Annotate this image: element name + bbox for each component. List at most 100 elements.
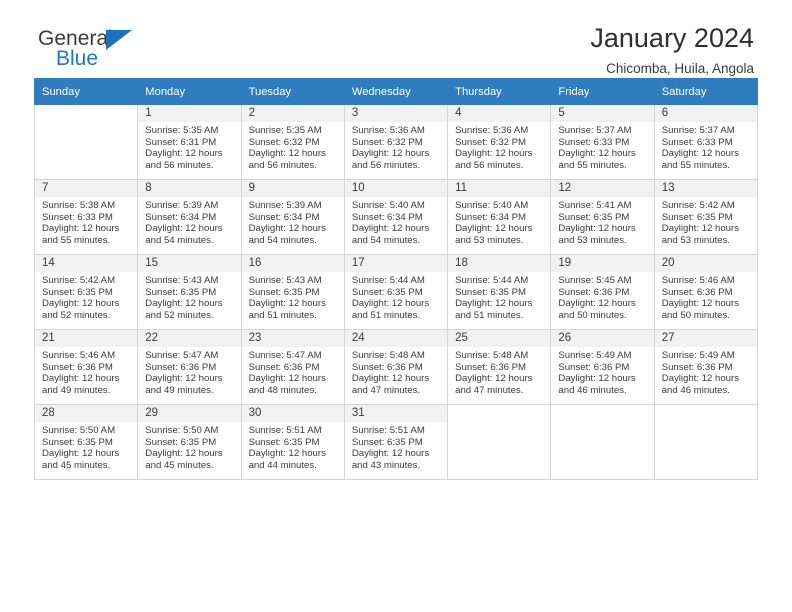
calendar-day-cell[interactable]: 18 Sunrise: 5:44 AM Sunset: 6:35 PM Dayligh… xyxy=(447,254,552,330)
day-detail-line: Sunset: 6:35 PM xyxy=(351,286,423,298)
calendar-day-cell[interactable]: 4 Sunrise: 5:36 AM Sunset: 6:32 PM Daylight… xyxy=(447,104,552,180)
day-detail-line: Sunrise: 5:39 AM xyxy=(248,200,322,211)
day-detail-line: Daylight: 12 hours xyxy=(558,373,636,385)
day-detail-line: Sunrise: 5:40 AM xyxy=(455,200,529,211)
day-details: Sunrise: 5:50 AM Sunset: 6:35 PM Daylight:… xyxy=(138,422,240,471)
day-number: 25 xyxy=(448,330,551,347)
calendar-empty-cell xyxy=(653,404,759,480)
day-detail-line: Sunset: 6:36 PM xyxy=(661,286,733,298)
calendar-day-cell[interactable]: 13 Sunrise: 5:42 AM Sunset: 6:35 PM Dayligh… xyxy=(653,179,759,255)
day-detail-line: Daylight: 12 hours xyxy=(661,223,740,235)
day-detail-line: and 46 minutes. xyxy=(661,384,730,396)
day-detail-line: Sunset: 6:36 PM xyxy=(455,361,527,373)
day-detail-line: and 54 minutes. xyxy=(145,234,214,246)
day-detail-line: Sunset: 6:36 PM xyxy=(558,286,630,298)
day-detail-line: Sunrise: 5:37 AM xyxy=(558,125,632,136)
calendar-day-cell[interactable]: 30 Sunrise: 5:51 AM Sunset: 6:35 PM Dayligh… xyxy=(240,404,345,480)
day-detail-line: Daylight: 12 hours xyxy=(351,298,430,310)
calendar-day-cell[interactable]: 15 Sunrise: 5:43 AM Sunset: 6:35 PM Dayligh… xyxy=(137,254,242,330)
calendar-day-cell[interactable]: 23 Sunrise: 5:47 AM Sunset: 6:36 PM Dayligh… xyxy=(240,329,345,405)
day-detail-line: Daylight: 12 hours xyxy=(558,148,636,160)
day-detail-line: Sunrise: 5:50 AM xyxy=(145,425,219,436)
day-detail-line: Daylight: 12 hours xyxy=(558,298,636,310)
day-detail-line: Daylight: 12 hours xyxy=(42,223,120,235)
day-detail-line: Sunrise: 5:44 AM xyxy=(455,275,529,286)
calendar-day-cell[interactable]: 5 Sunrise: 5:37 AM Sunset: 6:33 PM Daylight… xyxy=(550,104,655,180)
day-detail-line: Sunrise: 5:42 AM xyxy=(661,200,735,211)
day-details: Sunrise: 5:40 AM Sunset: 6:34 PM Daylight:… xyxy=(345,197,447,246)
day-detail-line: Daylight: 12 hours xyxy=(42,298,120,310)
day-detail-line: Daylight: 12 hours xyxy=(558,223,636,235)
day-details: Sunrise: 5:41 AM Sunset: 6:35 PM Daylight:… xyxy=(551,197,653,246)
day-detail-line: and 55 minutes. xyxy=(42,234,111,246)
page-subtitle: Chicomba, Huila, Angola xyxy=(606,61,754,76)
calendar-day-cell[interactable]: 28 Sunrise: 5:50 AM Sunset: 6:35 PM Dayligh… xyxy=(33,404,139,480)
calendar-day-cell[interactable]: 19 Sunrise: 5:45 AM Sunset: 6:36 PM Dayligh… xyxy=(550,254,655,330)
day-detail-line: Sunrise: 5:47 AM xyxy=(248,350,322,361)
calendar-day-cell[interactable]: 29 Sunrise: 5:50 AM Sunset: 6:35 PM Dayligh… xyxy=(137,404,242,480)
calendar-day-cell[interactable]: 22 Sunrise: 5:47 AM Sunset: 6:36 PM Dayligh… xyxy=(137,329,242,405)
day-detail-line: and 54 minutes. xyxy=(351,234,421,246)
day-detail-line: Sunrise: 5:47 AM xyxy=(145,350,219,361)
day-number: 29 xyxy=(138,405,241,422)
day-detail-line: Sunset: 6:36 PM xyxy=(145,361,217,373)
day-details: Sunrise: 5:47 AM Sunset: 6:36 PM Daylight:… xyxy=(242,347,344,396)
day-number: 21 xyxy=(35,330,138,347)
calendar-day-cell[interactable]: 11 Sunrise: 5:40 AM Sunset: 6:34 PM Dayligh… xyxy=(447,179,552,255)
day-number xyxy=(655,405,757,422)
calendar-day-cell[interactable]: 31 Sunrise: 5:51 AM Sunset: 6:35 PM Dayligh… xyxy=(343,404,449,480)
day-detail-line: Sunrise: 5:43 AM xyxy=(248,275,322,286)
day-detail-line: and 50 minutes. xyxy=(558,309,627,321)
day-detail-line: Sunset: 6:36 PM xyxy=(248,361,320,373)
day-detail-line: and 47 minutes. xyxy=(455,384,524,396)
calendar-day-cell[interactable]: 20 Sunrise: 5:46 AM Sunset: 6:36 PM Dayligh… xyxy=(653,254,759,330)
calendar-day-cell[interactable]: 27 Sunrise: 5:49 AM Sunset: 6:36 PM Dayligh… xyxy=(653,329,759,405)
day-detail-line: Sunset: 6:35 PM xyxy=(145,286,217,298)
day-number xyxy=(35,105,137,122)
day-details: Sunrise: 5:47 AM Sunset: 6:36 PM Daylight:… xyxy=(138,347,240,396)
calendar-day-cell[interactable]: 24 Sunrise: 5:48 AM Sunset: 6:36 PM Dayligh… xyxy=(343,329,449,405)
calendar-day-cell[interactable]: 21 Sunrise: 5:46 AM Sunset: 6:36 PM Dayligh… xyxy=(33,329,139,405)
day-number: 24 xyxy=(344,330,448,347)
day-detail-line: Sunrise: 5:46 AM xyxy=(42,350,116,361)
day-detail-line: and 45 minutes. xyxy=(42,459,111,471)
day-detail-line: Sunrise: 5:42 AM xyxy=(42,275,116,286)
calendar-day-cell[interactable]: 6 Sunrise: 5:37 AM Sunset: 6:33 PM Daylight… xyxy=(653,104,759,180)
day-details: Sunrise: 5:45 AM Sunset: 6:36 PM Daylight:… xyxy=(551,272,653,321)
calendar-empty-cell xyxy=(447,404,552,480)
day-detail-line: Sunset: 6:35 PM xyxy=(248,436,320,448)
calendar-day-cell[interactable]: 25 Sunrise: 5:48 AM Sunset: 6:36 PM Dayligh… xyxy=(447,329,552,405)
calendar-week-row: 14 Sunrise: 5:42 AM Sunset: 6:35 PM Dayligh… xyxy=(33,254,759,330)
day-detail-line: and 56 minutes. xyxy=(145,159,214,171)
calendar-day-cell[interactable]: 17 Sunrise: 5:44 AM Sunset: 6:35 PM Dayligh… xyxy=(343,254,449,330)
day-details: Sunrise: 5:46 AM Sunset: 6:36 PM Daylight:… xyxy=(35,347,137,396)
calendar-day-cell[interactable]: 12 Sunrise: 5:41 AM Sunset: 6:35 PM Dayligh… xyxy=(550,179,655,255)
calendar-day-cell[interactable]: 3 Sunrise: 5:36 AM Sunset: 6:32 PM Daylight… xyxy=(343,104,449,180)
day-detail-line: Sunset: 6:36 PM xyxy=(558,361,630,373)
calendar-day-cell[interactable]: 7 Sunrise: 5:38 AM Sunset: 6:33 PM Daylight… xyxy=(33,179,139,255)
day-detail-line: Daylight: 12 hours xyxy=(145,298,223,310)
day-detail-line: Sunrise: 5:48 AM xyxy=(351,350,425,361)
day-detail-line: Sunset: 6:36 PM xyxy=(661,361,733,373)
day-details: Sunrise: 5:43 AM Sunset: 6:35 PM Daylight:… xyxy=(138,272,240,321)
calendar-day-cell[interactable]: 9 Sunrise: 5:39 AM Sunset: 6:34 PM Daylight… xyxy=(240,179,345,255)
day-detail-line: Daylight: 12 hours xyxy=(455,148,533,160)
day-detail-line: Daylight: 12 hours xyxy=(42,373,120,385)
calendar-week-row: 21 Sunrise: 5:46 AM Sunset: 6:36 PM Dayligh… xyxy=(33,329,759,405)
day-details xyxy=(448,422,550,425)
day-details: Sunrise: 5:50 AM Sunset: 6:35 PM Daylight:… xyxy=(35,422,137,471)
day-detail-line: Daylight: 12 hours xyxy=(248,373,326,385)
calendar-day-cell[interactable]: 26 Sunrise: 5:49 AM Sunset: 6:36 PM Dayligh… xyxy=(550,329,655,405)
day-detail-line: Sunset: 6:33 PM xyxy=(558,136,630,148)
calendar-day-cell[interactable]: 16 Sunrise: 5:43 AM Sunset: 6:35 PM Dayligh… xyxy=(240,254,345,330)
day-detail-line: Sunrise: 5:41 AM xyxy=(558,200,632,211)
day-number: 20 xyxy=(654,255,757,272)
calendar-day-cell[interactable]: 10 Sunrise: 5:40 AM Sunset: 6:34 PM Dayligh… xyxy=(343,179,449,255)
calendar-day-cell[interactable]: 14 Sunrise: 5:42 AM Sunset: 6:35 PM Dayligh… xyxy=(33,254,139,330)
day-details: Sunrise: 5:38 AM Sunset: 6:33 PM Daylight:… xyxy=(35,197,137,246)
calendar-day-cell[interactable]: 2 Sunrise: 5:35 AM Sunset: 6:32 PM Daylight… xyxy=(240,104,345,180)
general-blue-logo[interactable]: General Blue xyxy=(38,28,168,76)
calendar-day-cell[interactable]: 8 Sunrise: 5:39 AM Sunset: 6:34 PM Daylight… xyxy=(137,179,242,255)
weekday-header-friday: Friday xyxy=(550,78,655,105)
calendar-day-cell[interactable]: 1 Sunrise: 5:35 AM Sunset: 6:31 PM Daylight… xyxy=(137,104,242,180)
